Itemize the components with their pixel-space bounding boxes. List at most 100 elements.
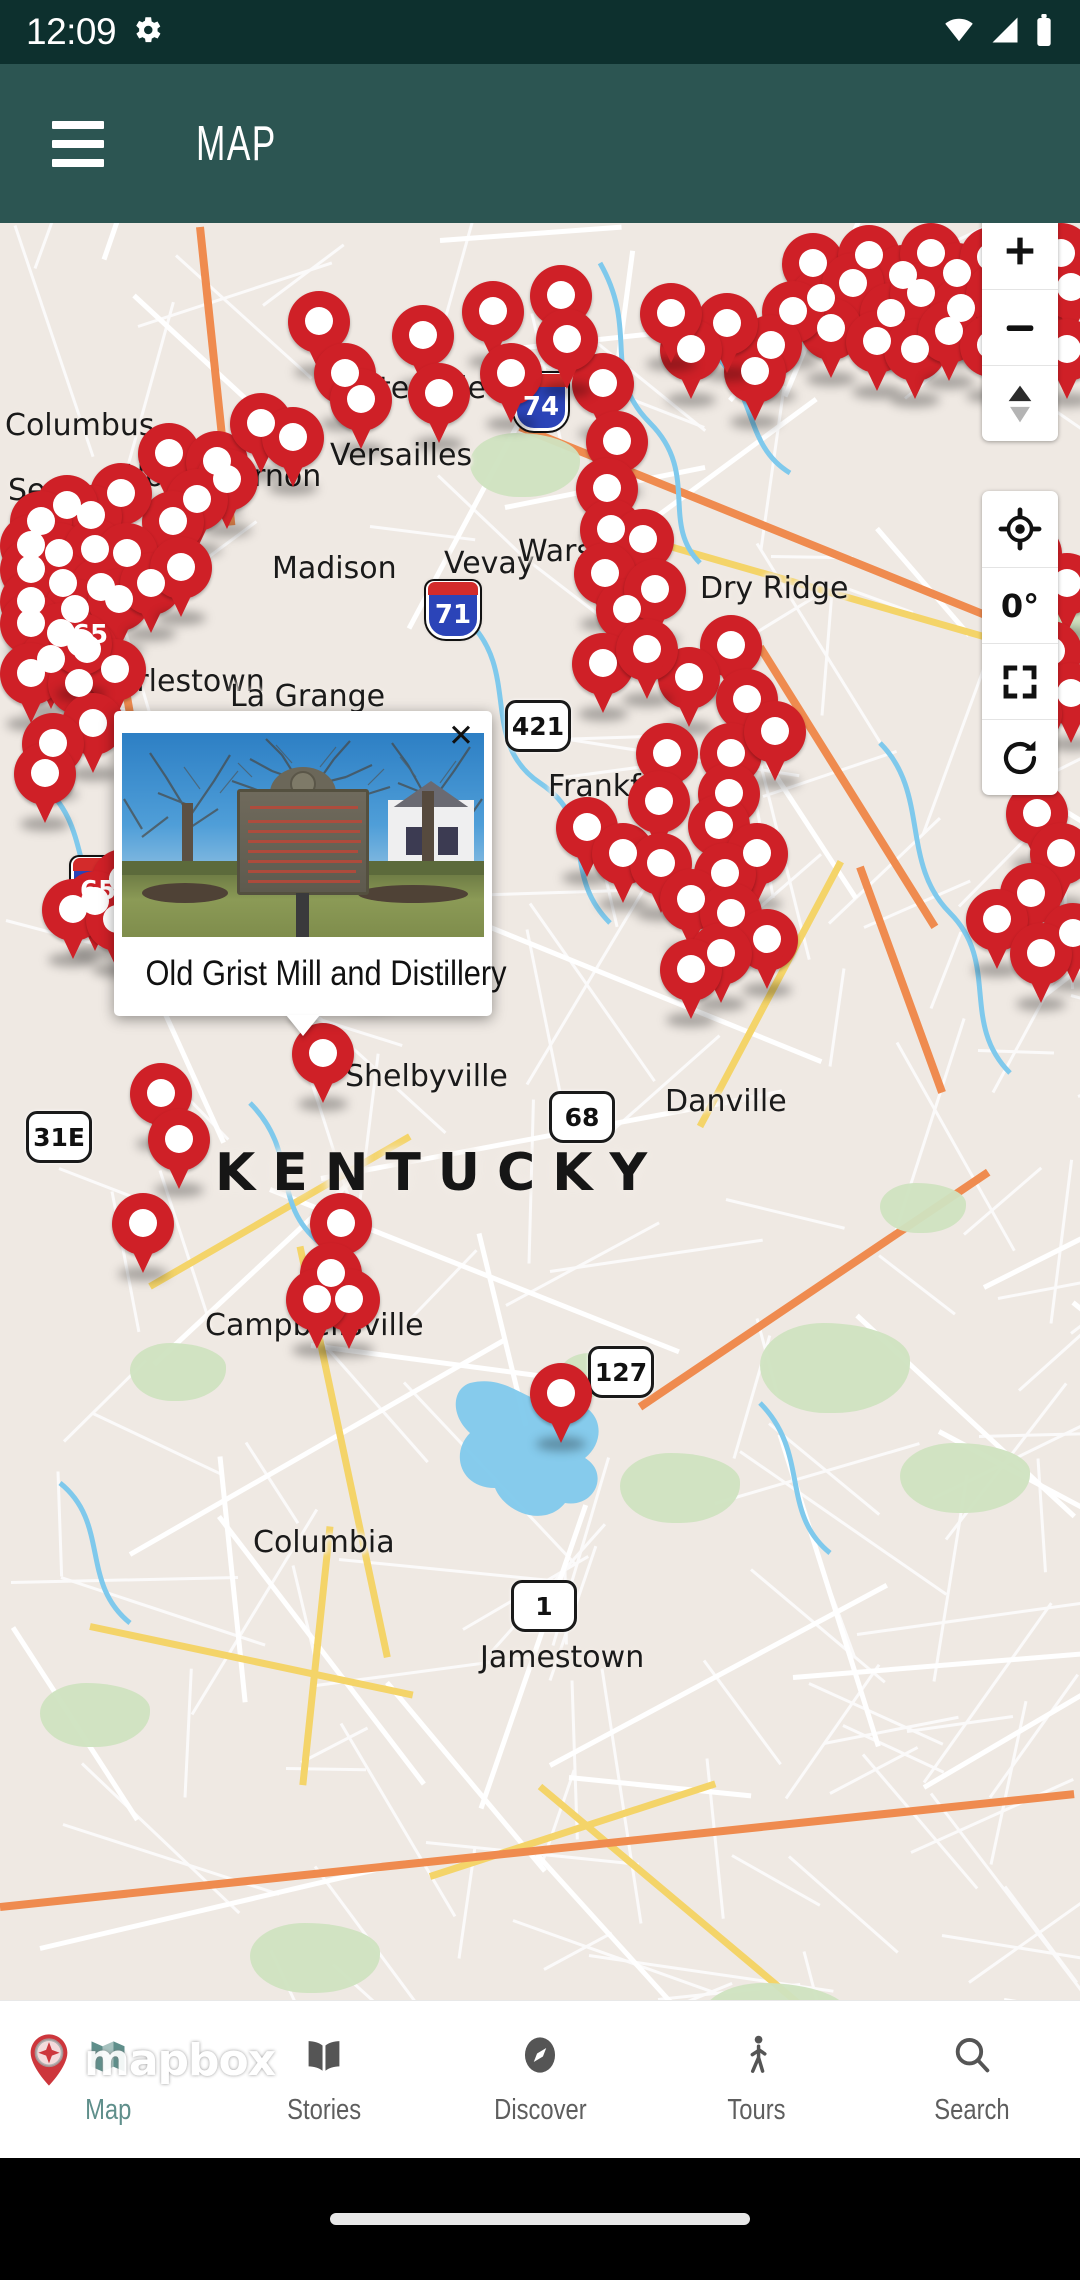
- locate-me-icon[interactable]: [982, 491, 1058, 567]
- marker-dot: [147, 1079, 175, 1107]
- marker-dot: [183, 485, 211, 513]
- marker-dot: [839, 269, 867, 297]
- map-marker-pin[interactable]: [14, 743, 76, 831]
- marker-dot: [67, 629, 95, 657]
- app-bar: MAP: [0, 64, 1080, 223]
- marker-dot: [45, 539, 73, 567]
- marker-dot: [653, 739, 681, 767]
- marker-dot: [327, 1209, 355, 1237]
- wifi-icon: [942, 15, 976, 50]
- marker-dot: [717, 899, 745, 927]
- marker-dot: [591, 559, 619, 587]
- marker-dot: [657, 299, 685, 327]
- marker-dot: [757, 331, 785, 359]
- marker-dot: [309, 1039, 337, 1067]
- marker-dot: [799, 249, 827, 277]
- compass-reset-button[interactable]: [982, 365, 1058, 441]
- marker-dot: [1023, 799, 1051, 827]
- gear-icon: [130, 13, 164, 52]
- cellular-signal-icon: [989, 15, 1021, 50]
- marker-dot: [213, 465, 241, 493]
- us-highway-shield: 127: [588, 1346, 654, 1398]
- map-marker-pin[interactable]: [616, 619, 678, 707]
- walking-person-icon: [733, 2032, 779, 2078]
- map-marker-pin[interactable]: [530, 1363, 592, 1451]
- zoom-out-button[interactable]: [982, 289, 1058, 365]
- marker-dot: [613, 595, 641, 623]
- marker-dot: [77, 501, 105, 529]
- zoom-in-button[interactable]: [982, 223, 1058, 289]
- map-marker-pin[interactable]: [148, 1109, 210, 1197]
- map-popup-card[interactable]: ✕ Old Grist Mill and Distillery: [114, 711, 507, 1036]
- interstate-shield: 71: [426, 581, 480, 639]
- marker-dot: [753, 925, 781, 953]
- map-marker-pin[interactable]: [112, 1193, 174, 1281]
- bearing-indicator[interactable]: 0°: [982, 567, 1058, 643]
- marker-dot: [159, 507, 187, 535]
- marker-dot: [317, 1259, 345, 1287]
- close-icon[interactable]: ✕: [438, 713, 484, 759]
- nav-item-search[interactable]: Search: [864, 2032, 1080, 2127]
- marker-dot: [675, 663, 703, 691]
- marker-dot: [81, 535, 109, 563]
- marker-dot: [113, 539, 141, 567]
- page-title: MAP: [196, 116, 277, 171]
- us-highway-shield: 31E: [26, 1111, 92, 1163]
- marker-dot: [589, 649, 617, 677]
- nav-label-search: Search: [934, 2094, 1010, 2126]
- marker-dot: [347, 385, 375, 413]
- marker-dot: [647, 849, 675, 877]
- marker-dot: [715, 779, 743, 807]
- marker-dot: [79, 709, 107, 737]
- map-view[interactable]: ColumbusBatesvilleVersaillesNorth Vernon…: [0, 223, 1080, 2110]
- battery-icon: [1034, 13, 1054, 51]
- marker-dot: [917, 239, 945, 267]
- marker-dot: [761, 717, 789, 745]
- nav-item-discover[interactable]: Discover: [432, 2032, 648, 2127]
- us-highway-shield: 1: [511, 1580, 577, 1632]
- nav-label-map: Map: [84, 2094, 132, 2126]
- marker-dot: [717, 631, 745, 659]
- marker-dot: [741, 357, 769, 385]
- marker-dot: [717, 739, 745, 767]
- hamburger-menu-icon[interactable]: [24, 90, 132, 198]
- nav-item-tours[interactable]: Tours: [648, 2032, 864, 2127]
- marker-dot: [943, 259, 971, 287]
- marker-dot: [1057, 273, 1080, 301]
- marker-dot: [53, 491, 81, 519]
- marker-dot: [743, 839, 771, 867]
- map-zoom-controls[interactable]: [982, 223, 1058, 441]
- nav-label-tours: Tours: [726, 2094, 786, 2126]
- marker-dot: [335, 1285, 363, 1313]
- map-marker-pin[interactable]: [408, 363, 470, 451]
- marker-dot: [1017, 879, 1045, 907]
- fullscreen-icon[interactable]: [982, 643, 1058, 719]
- book-icon: [301, 2032, 347, 2078]
- marker-dot: [817, 314, 845, 342]
- marker-dot: [129, 1209, 157, 1237]
- marker-dot: [39, 729, 67, 757]
- status-bar-right-icons: [942, 13, 1054, 51]
- marker-dot: [331, 359, 359, 387]
- marker-dot: [983, 905, 1011, 933]
- marker-dot: [425, 379, 453, 407]
- marker-dot: [711, 859, 739, 887]
- refresh-icon[interactable]: [982, 719, 1058, 795]
- popup-pointer: [286, 1015, 320, 1036]
- home-indicator[interactable]: [330, 2213, 750, 2225]
- map-navigation-controls[interactable]: 0°: [982, 491, 1058, 795]
- marker-dot: [247, 409, 275, 437]
- map-state-label: KENTUCKY: [215, 1143, 665, 1203]
- marker-dot: [553, 325, 581, 353]
- mapbox-attribution-logo[interactable]: mapbox: [20, 2032, 276, 2088]
- marker-dot: [479, 297, 507, 325]
- marker-dot: [645, 787, 673, 815]
- mapbox-wordmark: mapbox: [84, 2034, 276, 2086]
- us-highway-shield: 421: [505, 700, 571, 752]
- marker-dot: [677, 335, 705, 363]
- marker-dot: [305, 307, 333, 335]
- marker-dot: [907, 279, 935, 307]
- marker-dot: [863, 327, 891, 355]
- status-time: 12:09: [26, 11, 117, 52]
- marker-dot: [547, 1379, 575, 1407]
